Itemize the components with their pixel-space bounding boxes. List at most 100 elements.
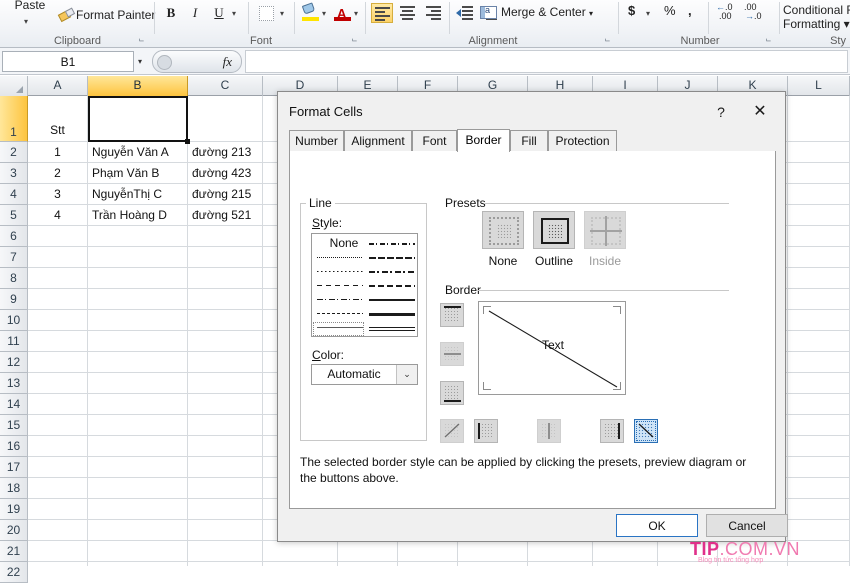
line-style-right-1[interactable]	[369, 257, 415, 259]
line-style-left-1[interactable]	[317, 257, 363, 258]
cell-B17[interactable]	[88, 457, 188, 478]
cell-A18[interactable]	[28, 478, 88, 499]
row-header-21[interactable]: 21	[0, 541, 28, 562]
fill-handle[interactable]	[185, 139, 190, 144]
row-header-7[interactable]: 7	[0, 247, 28, 268]
column-header-a[interactable]: A	[28, 76, 88, 96]
row-header-20[interactable]: 20	[0, 520, 28, 541]
row-header-3[interactable]: 3	[0, 163, 28, 184]
formula-input[interactable]	[245, 50, 848, 73]
cell-A4[interactable]: 3	[28, 184, 88, 205]
cell-L15[interactable]	[788, 415, 850, 436]
row-header-5[interactable]: 5	[0, 205, 28, 226]
column-header-l[interactable]: L	[788, 76, 850, 96]
line-style-right-2[interactable]	[369, 271, 415, 273]
cell-A9[interactable]	[28, 289, 88, 310]
line-style-right-3[interactable]	[369, 285, 415, 287]
border-diagonal-up-button[interactable]	[440, 419, 464, 443]
cell-L8[interactable]	[788, 268, 850, 289]
cell-C15[interactable]	[188, 415, 263, 436]
cell-C16[interactable]	[188, 436, 263, 457]
line-style-right-5[interactable]	[369, 313, 415, 316]
border-bottom-button[interactable]	[440, 381, 464, 405]
cell-C7[interactable]	[188, 247, 263, 268]
row-header-11[interactable]: 11	[0, 331, 28, 352]
cell-C10[interactable]	[188, 310, 263, 331]
tab-fill[interactable]: Fill	[510, 130, 548, 152]
cancel-enter-circle-icon[interactable]	[157, 55, 172, 70]
cell-B7[interactable]	[88, 247, 188, 268]
row-header-8[interactable]: 8	[0, 268, 28, 289]
cell-L4[interactable]	[788, 184, 850, 205]
paste-button[interactable]: Paste	[8, 0, 52, 12]
cell-H22[interactable]	[528, 562, 593, 566]
row-header-4[interactable]: 4	[0, 184, 28, 205]
cell-C17[interactable]	[188, 457, 263, 478]
cell-L5[interactable]	[788, 205, 850, 226]
cell-B8[interactable]	[88, 268, 188, 289]
cell-B15[interactable]	[88, 415, 188, 436]
insert-function-icon[interactable]: fx	[223, 54, 232, 70]
select-all-corner[interactable]	[0, 76, 28, 96]
line-color-combobox[interactable]: Automatic ⌄	[311, 364, 418, 385]
cell-L12[interactable]	[788, 352, 850, 373]
line-style-grid[interactable]: None	[311, 233, 418, 337]
cell-L14[interactable]	[788, 394, 850, 415]
row-header-2[interactable]: 2	[0, 142, 28, 163]
name-box-dropdown-icon[interactable]: ▾	[138, 57, 142, 66]
cell-L11[interactable]	[788, 331, 850, 352]
increase-decimal-button[interactable]: ←.0.00	[716, 3, 733, 21]
align-left-button[interactable]	[371, 3, 393, 23]
line-style-right-6[interactable]	[369, 327, 415, 331]
cell-C12[interactable]	[188, 352, 263, 373]
preset-inside-button[interactable]: Inside	[575, 211, 635, 268]
currency-button[interactable]: $	[628, 3, 635, 18]
cell-I21[interactable]	[593, 541, 658, 562]
name-box[interactable]: B1	[2, 51, 134, 72]
cell-H21[interactable]	[528, 541, 593, 562]
cell-A16[interactable]	[28, 436, 88, 457]
ok-button[interactable]: OK	[616, 514, 698, 537]
cell-C22[interactable]	[188, 562, 263, 566]
border-preview-diagram[interactable]: Text	[478, 301, 626, 395]
row-header-10[interactable]: 10	[0, 310, 28, 331]
decrease-decimal-button[interactable]: .00 →.0	[744, 3, 762, 21]
cell-G22[interactable]	[458, 562, 528, 566]
cell-B4[interactable]: NguyễnThị C	[88, 184, 188, 205]
cell-A19[interactable]	[28, 499, 88, 520]
cell-B9[interactable]	[88, 289, 188, 310]
cell-L6[interactable]	[788, 226, 850, 247]
cell-A8[interactable]	[28, 268, 88, 289]
row-header-16[interactable]: 16	[0, 436, 28, 457]
line-style-right-0[interactable]	[369, 243, 415, 245]
cell-B11[interactable]	[88, 331, 188, 352]
cell-G21[interactable]	[458, 541, 528, 562]
cell-B13[interactable]	[88, 373, 188, 394]
cell-L9[interactable]	[788, 289, 850, 310]
cell-A10[interactable]	[28, 310, 88, 331]
cancel-button[interactable]: Cancel	[706, 514, 788, 537]
cell-C3[interactable]: đường 423	[188, 163, 263, 184]
cell-L18[interactable]	[788, 478, 850, 499]
clipboard-dialog-launcher[interactable]	[136, 35, 147, 46]
cell-C2[interactable]: đường 213	[188, 142, 263, 163]
column-header-b[interactable]: B	[88, 76, 188, 96]
cell-A13[interactable]	[28, 373, 88, 394]
cell-L13[interactable]	[788, 373, 850, 394]
close-icon[interactable]: ✕	[747, 101, 773, 123]
cell-L19[interactable]	[788, 499, 850, 520]
format-painter-button[interactable]: Format Painter	[58, 8, 155, 22]
cell-C4[interactable]: đường 215	[188, 184, 263, 205]
cell-C20[interactable]	[188, 520, 263, 541]
row-header-6[interactable]: 6	[0, 226, 28, 247]
cell-C9[interactable]	[188, 289, 263, 310]
merge-and-center-button[interactable]: Merge & Center ▾	[480, 5, 593, 19]
cell-B19[interactable]	[88, 499, 188, 520]
cell-A5[interactable]: 4	[28, 205, 88, 226]
italic-button[interactable]: I	[184, 2, 206, 24]
cell-C5[interactable]: đường 521	[188, 205, 263, 226]
font-color-dropdown-icon[interactable]: ▾	[354, 9, 358, 18]
number-dialog-launcher[interactable]	[763, 35, 774, 46]
cell-A21[interactable]	[28, 541, 88, 562]
cell-A15[interactable]	[28, 415, 88, 436]
